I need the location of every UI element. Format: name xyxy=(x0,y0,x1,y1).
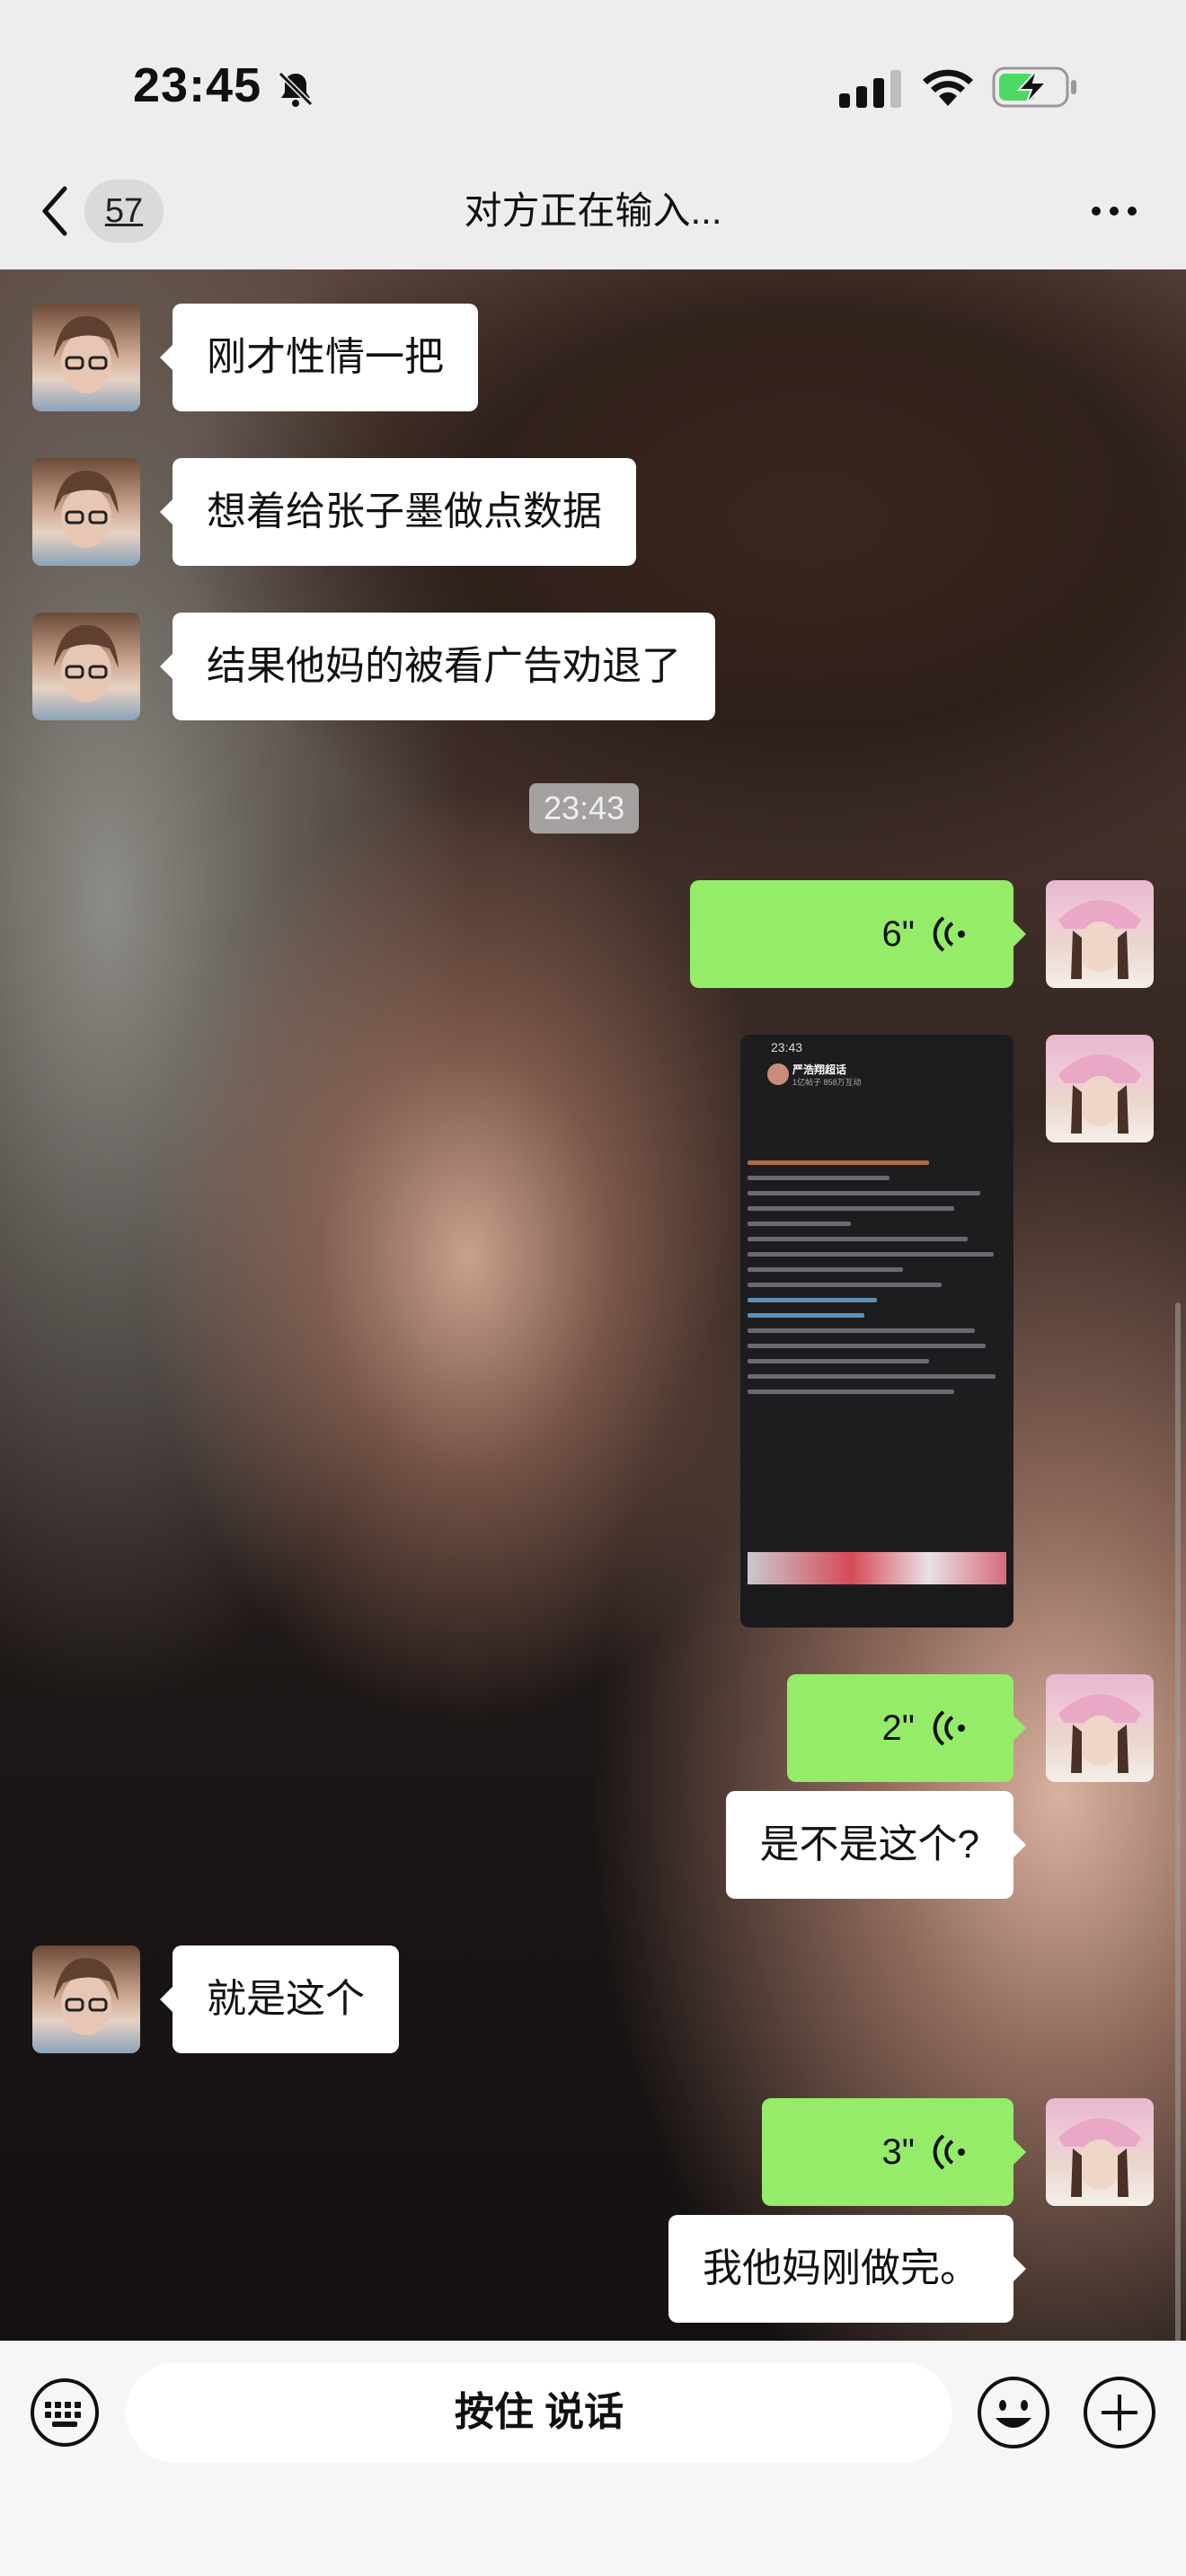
bubble-tail xyxy=(160,498,173,525)
bubble-tail xyxy=(1013,1715,1026,1742)
chat-title: 对方正在输入... xyxy=(464,190,722,232)
voice-duration: 2" xyxy=(881,1708,915,1748)
cellular-signal-icon xyxy=(839,70,901,108)
image-message[interactable]: 23:43 严浩翔超话 1亿帖子 858万互动 xyxy=(740,1035,1013,1628)
bell-slash-icon xyxy=(278,71,314,107)
status-time: 23:45 xyxy=(133,58,262,112)
message-bubble[interactable]: 我他妈刚做完。 xyxy=(668,2215,1026,2323)
contact-avatar[interactable] xyxy=(32,458,140,566)
screenshot-avatar xyxy=(767,1063,789,1085)
timestamp-label: 23:43 xyxy=(529,783,640,834)
unread-count-badge[interactable]: 57 xyxy=(84,180,164,243)
bubble-tail xyxy=(160,344,173,371)
message-bubble[interactable]: 是不是这个? xyxy=(725,1791,1026,1899)
contact-avatar[interactable] xyxy=(32,304,140,411)
voice-duration: 6" xyxy=(881,914,915,954)
my-avatar[interactable] xyxy=(1046,1674,1154,1782)
plus-icon[interactable] xyxy=(1082,2375,1157,2450)
bubble-tail xyxy=(1013,2255,1026,2282)
voice-message-bubble[interactable]: 2" xyxy=(787,1674,1026,1782)
message-text: 刚才性情一把 xyxy=(207,335,444,379)
bubble-tail xyxy=(1013,1831,1026,1858)
bubble-tail xyxy=(1013,2139,1026,2166)
bubble-tail xyxy=(160,653,173,680)
screenshot-content xyxy=(748,1160,1006,1405)
voice-message-bubble[interactable]: 6" xyxy=(690,880,1026,988)
screenshot-title: 严浩翔超话 xyxy=(792,1063,847,1076)
my-avatar[interactable] xyxy=(1046,1035,1154,1142)
scrollbar[interactable] xyxy=(1175,1302,1181,2341)
voice-wave-icon xyxy=(933,2134,965,2170)
chevron-left-icon[interactable] xyxy=(38,180,74,243)
more-dots-icon[interactable] xyxy=(1087,199,1141,223)
bubble-tail xyxy=(1013,921,1026,948)
voice-duration: 3" xyxy=(881,2132,915,2172)
hold-to-talk-button[interactable]: 按住 说话 xyxy=(126,2362,952,2463)
screenshot-subtitle: 1亿帖子 858万互动 xyxy=(792,1078,862,1087)
my-avatar[interactable] xyxy=(1046,880,1154,988)
message-text: 结果他妈的被看广告劝退了 xyxy=(207,644,681,688)
keyboard-icon[interactable] xyxy=(29,2377,101,2448)
contact-avatar[interactable] xyxy=(32,1945,140,2053)
my-avatar[interactable] xyxy=(1046,2098,1154,2206)
message-bubble[interactable]: 刚才性情一把 xyxy=(160,304,478,411)
message-bubble[interactable]: 想着给张子墨做点数据 xyxy=(160,458,636,566)
voice-wave-icon xyxy=(933,1710,965,1746)
message-bubble[interactable]: 结果他妈的被看广告劝退了 xyxy=(160,613,715,720)
screenshot-footer xyxy=(740,1588,1013,1628)
message-bubble[interactable]: 就是这个 xyxy=(160,1945,399,2053)
battery-charging-icon xyxy=(992,66,1076,108)
message-text: 是不是这个? xyxy=(759,1822,979,1866)
screenshot-time: 23:43 xyxy=(771,1040,803,1054)
screenshot-status: 23:43 xyxy=(740,1035,1013,1056)
message-text: 想着给张子墨做点数据 xyxy=(207,490,602,534)
bubble-tail xyxy=(160,1986,173,2013)
contact-avatar[interactable] xyxy=(32,613,140,720)
voice-wave-icon xyxy=(933,916,965,952)
message-text: 就是这个 xyxy=(207,1977,365,2021)
screenshot-banner xyxy=(748,1552,1006,1584)
wifi-icon xyxy=(923,69,973,106)
voice-message-bubble[interactable]: 3" xyxy=(762,2098,1026,2206)
emoji-icon[interactable] xyxy=(976,2375,1051,2450)
message-text: 我他妈刚做完。 xyxy=(703,2246,979,2290)
